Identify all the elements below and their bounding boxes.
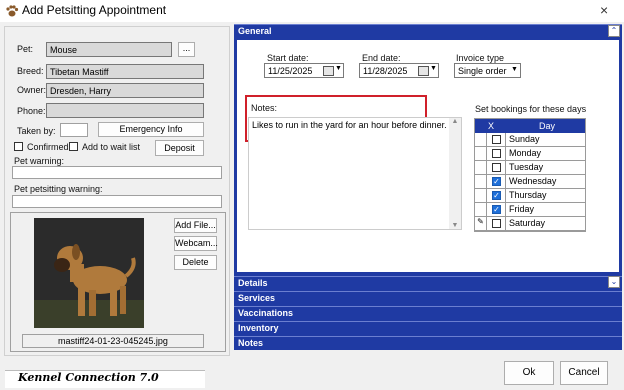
day-checkbox[interactable]: ✓: [492, 205, 501, 214]
grid-row[interactable]: ✓ Friday: [475, 203, 585, 217]
cancel-button[interactable]: Cancel: [560, 361, 608, 385]
grid-row[interactable]: ✎ Saturday: [475, 217, 585, 231]
ok-button[interactable]: Ok: [504, 361, 554, 385]
grid-divider: [505, 175, 506, 188]
start-date-label: Start date:: [267, 53, 309, 63]
day-checkbox[interactable]: ✓: [492, 177, 501, 186]
chevron-down-icon[interactable]: ▼: [430, 65, 437, 72]
grid-row[interactable]: ✓ Thursday: [475, 189, 585, 203]
dog-photo-icon: [34, 218, 144, 328]
inventory-section-header[interactable]: Inventory: [234, 321, 622, 335]
chevron-down-icon[interactable]: ▼: [511, 66, 518, 73]
grid-col-day: Day: [539, 121, 556, 131]
vaccinations-section-header[interactable]: Vaccinations: [234, 306, 622, 320]
grid-row[interactable]: Sunday: [475, 133, 585, 147]
grid-row[interactable]: Tuesday: [475, 161, 585, 175]
brand-logo: Kennel Connection 7.0: [18, 371, 159, 384]
grid-divider: [505, 133, 506, 146]
day-name: Wednesday: [509, 176, 557, 186]
pet-warning-field[interactable]: [12, 166, 222, 179]
day-checkbox[interactable]: ✓: [492, 191, 501, 200]
grid-divider: [505, 161, 506, 174]
emergency-info-button[interactable]: Emergency Info: [98, 122, 204, 137]
add-file-button[interactable]: Add File...: [174, 218, 217, 233]
delete-photo-button[interactable]: Delete: [174, 255, 217, 270]
phone-label: Phone:: [17, 106, 46, 116]
notes-section-header[interactable]: Notes: [234, 336, 622, 350]
scroll-down-icon[interactable]: ▼: [449, 222, 461, 229]
start-date-value: 11/25/2025: [268, 66, 313, 76]
grid-divider: [505, 189, 506, 202]
day-name: Sunday: [509, 134, 540, 144]
pet-warning-label: Pet warning:: [14, 156, 65, 166]
bookings-label: Set bookings for these days: [475, 104, 587, 114]
day-checkbox[interactable]: [492, 219, 501, 228]
pet-field[interactable]: Mouse: [46, 42, 172, 57]
day-name: Tuesday: [509, 162, 544, 172]
row-selector: [475, 175, 487, 188]
invoice-type-value: Single order: [458, 66, 507, 76]
confirmed-label: Confirmed: [27, 142, 69, 152]
calendar-icon[interactable]: [323, 66, 334, 76]
day-checkbox[interactable]: [492, 149, 501, 158]
grid-divider: [505, 203, 506, 216]
webcam-button[interactable]: Webcam...: [174, 236, 218, 251]
pet-label: Pet:: [17, 44, 34, 54]
close-button[interactable]: ×: [600, 2, 608, 18]
end-date-value: 11/28/2025: [363, 66, 408, 76]
waitlist-label: Add to wait list: [82, 142, 141, 152]
chevron-down-icon[interactable]: ▼: [335, 65, 342, 72]
deposit-button[interactable]: Deposit: [155, 140, 204, 156]
day-name: Friday: [509, 204, 535, 214]
bookings-grid: X Day Sunday Monday Tuesday ✓ Wednesday ✓ Thur…: [474, 118, 586, 232]
general-section-header[interactable]: General: [234, 24, 622, 38]
row-selector: [475, 203, 487, 216]
notes-textarea[interactable]: Likes to run in the yard for an hour bef…: [248, 117, 462, 230]
end-date-label: End date:: [362, 53, 401, 63]
grid-divider: [505, 217, 506, 230]
row-selector: [475, 147, 487, 160]
row-selector: [475, 189, 487, 202]
services-section-header[interactable]: Services: [234, 291, 622, 305]
grid-divider: [505, 147, 506, 160]
expand-details-icon[interactable]: ⌄: [608, 276, 620, 288]
photo-filename: mastiff24-01-23-045245.jpg: [22, 334, 204, 348]
paw-icon: [6, 5, 19, 17]
phone-field: [46, 103, 204, 118]
owner-field: Dresden, Harry: [46, 83, 204, 98]
notes-label: Notes:: [251, 103, 278, 113]
collapse-general-icon[interactable]: ⌃: [608, 25, 620, 37]
waitlist-checkbox[interactable]: [69, 142, 78, 151]
petsitting-warning-label: Pet petsitting warning:: [14, 184, 103, 194]
day-checkbox[interactable]: [492, 135, 501, 144]
window-title: Add Petsitting Appointment: [22, 3, 167, 17]
owner-label: Owner:: [17, 85, 47, 95]
grid-row[interactable]: Monday: [475, 147, 585, 161]
grid-header: X Day: [475, 119, 585, 133]
grid-col-x: X: [488, 121, 495, 131]
scroll-up-icon[interactable]: ▲: [449, 118, 461, 125]
grid-row[interactable]: ✓ Wednesday: [475, 175, 585, 189]
day-name: Thursday: [509, 190, 547, 200]
confirmed-checkbox[interactable]: [14, 142, 23, 151]
breed-field: Tibetan Mastiff: [46, 64, 204, 79]
row-selector: [475, 161, 487, 174]
petsitting-warning-field[interactable]: [12, 195, 222, 208]
day-name: Saturday: [509, 218, 546, 228]
taken-by-label: Taken by:: [17, 126, 56, 136]
pet-photo: [34, 218, 144, 328]
calendar-icon[interactable]: [418, 66, 429, 76]
invoice-type-label: Invoice type: [456, 53, 505, 63]
row-selector: [475, 133, 487, 146]
notes-scrollbar[interactable]: ▲ ▼: [449, 118, 461, 229]
details-section-header[interactable]: Details: [234, 276, 622, 290]
breed-label: Breed:: [17, 66, 44, 76]
notes-text: Likes to run in the yard for an hour bef…: [252, 120, 447, 130]
browse-pet-button[interactable]: ...: [178, 42, 195, 57]
row-edit-icon: ✎: [475, 217, 487, 230]
day-name: Monday: [509, 148, 542, 158]
taken-by-input[interactable]: [60, 123, 88, 137]
day-checkbox[interactable]: [492, 163, 501, 172]
